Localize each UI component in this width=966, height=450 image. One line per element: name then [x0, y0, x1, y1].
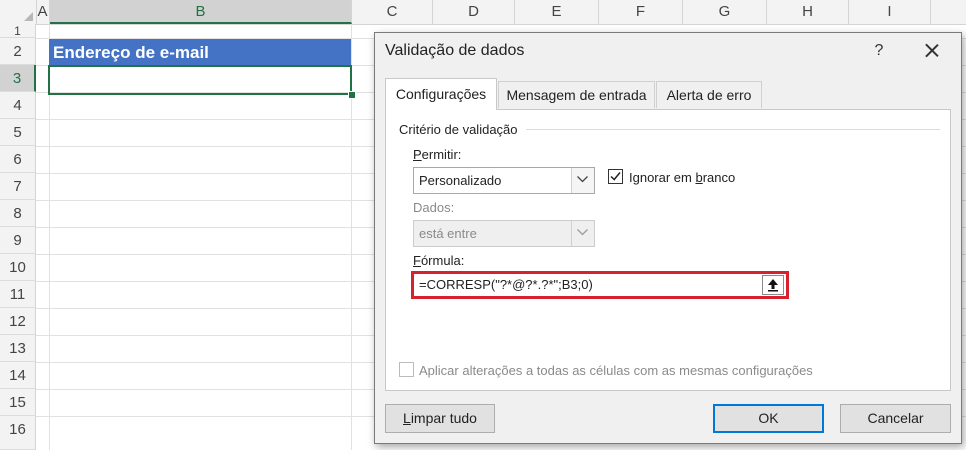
help-button[interactable]: ? [867, 39, 891, 63]
column-header-h[interactable]: H [767, 0, 849, 24]
row-header-10[interactable]: 10 [0, 254, 36, 281]
allow-value: Personalizado [419, 173, 502, 188]
column-header-c[interactable]: C [352, 0, 433, 24]
cell-b2-header[interactable]: Endereço de e-mail [49, 39, 351, 66]
clear-all-rest: impar tudo [410, 410, 477, 426]
formula-input[interactable]: =CORRESP("?*@?*.?*";B3;0) [411, 271, 789, 299]
select-all-triangle-icon [24, 12, 33, 21]
column-header-d[interactable]: D [433, 0, 515, 24]
row-header-16[interactable]: 16 [0, 416, 36, 450]
row-header-1[interactable]: 1 [0, 24, 36, 38]
group-divider [526, 129, 940, 130]
ignore-blank-label[interactable]: Ignorar em branco [629, 170, 735, 185]
apply-all-label: Aplicar alterações a todas as células co… [419, 363, 813, 378]
tab-input-message[interactable]: Mensagem de entrada [498, 81, 655, 108]
tab-settings[interactable]: Configurações [385, 78, 497, 110]
ignore-blank-label-before: Ignorar em [629, 170, 696, 185]
row-header-6[interactable]: 6 [0, 146, 36, 173]
ignore-blank-checkbox[interactable] [608, 169, 623, 184]
column-header-f[interactable]: F [599, 0, 683, 24]
row-header-15[interactable]: 15 [0, 389, 36, 416]
data-value: está entre [419, 226, 477, 241]
collapse-dialog-icon[interactable] [762, 275, 784, 295]
row-header-12[interactable]: 12 [0, 308, 36, 335]
cell-b3-active[interactable] [48, 65, 352, 95]
criteria-group-title: Critério de validação [399, 122, 524, 137]
allow-combobox[interactable]: Personalizado [413, 167, 595, 194]
column-header-g[interactable]: G [683, 0, 767, 24]
formula-value: =CORRESP("?*@?*.?*";B3;0) [419, 277, 593, 292]
ok-button[interactable]: OK [713, 404, 824, 433]
row-header-2[interactable]: 2 [0, 38, 36, 65]
dropdown-arrow-icon [571, 221, 594, 246]
row-header-3[interactable]: 3 [0, 65, 36, 92]
tab-error-alert[interactable]: Alerta de erro [656, 81, 762, 108]
row-header-7[interactable]: 7 [0, 173, 36, 200]
allow-label-rest: ermitir: [421, 147, 462, 162]
ignore-blank-label-mnemonic: b [695, 170, 703, 185]
apply-all-checkbox [399, 362, 414, 377]
fill-handle[interactable] [348, 91, 356, 99]
column-header-i[interactable]: I [849, 0, 931, 24]
row-header-9[interactable]: 9 [0, 227, 36, 254]
data-combobox: está entre [413, 220, 595, 247]
clear-all-mnemonic: L [403, 410, 411, 426]
column-header-b[interactable]: B [50, 0, 352, 24]
data-label: Dados: [413, 200, 455, 215]
dialog-title: Validação de dados [385, 42, 525, 59]
select-all-corner[interactable] [0, 0, 37, 24]
formula-label: Fórmula: [413, 253, 464, 268]
close-icon[interactable] [920, 39, 944, 63]
column-header-a[interactable]: A [36, 0, 50, 24]
row-header-5[interactable]: 5 [0, 119, 36, 146]
clear-all-button[interactable]: Limpar tudo [385, 404, 495, 433]
allow-label-mnemonic: P [413, 147, 422, 162]
row-header-8[interactable]: 8 [0, 200, 36, 227]
cancel-button[interactable]: Cancelar [840, 404, 951, 433]
checkmark-icon [610, 172, 621, 181]
data-validation-dialog: Validação de dados ? Configurações Mensa… [374, 32, 962, 444]
row-header-11[interactable]: 11 [0, 281, 36, 308]
dropdown-arrow-icon[interactable] [571, 168, 594, 193]
formula-label-rest: órmula: [420, 253, 465, 268]
row-header-4[interactable]: 4 [0, 92, 36, 119]
row-header-14[interactable]: 14 [0, 362, 36, 389]
settings-panel: Critério de validação Permitir: Personal… [385, 109, 951, 391]
allow-label: Permitir: [413, 147, 461, 162]
row-header-13[interactable]: 13 [0, 335, 36, 362]
formula-label-mnemonic: F [413, 253, 421, 268]
ignore-blank-label-after: ranco [702, 170, 736, 185]
column-header-e[interactable]: E [515, 0, 599, 24]
